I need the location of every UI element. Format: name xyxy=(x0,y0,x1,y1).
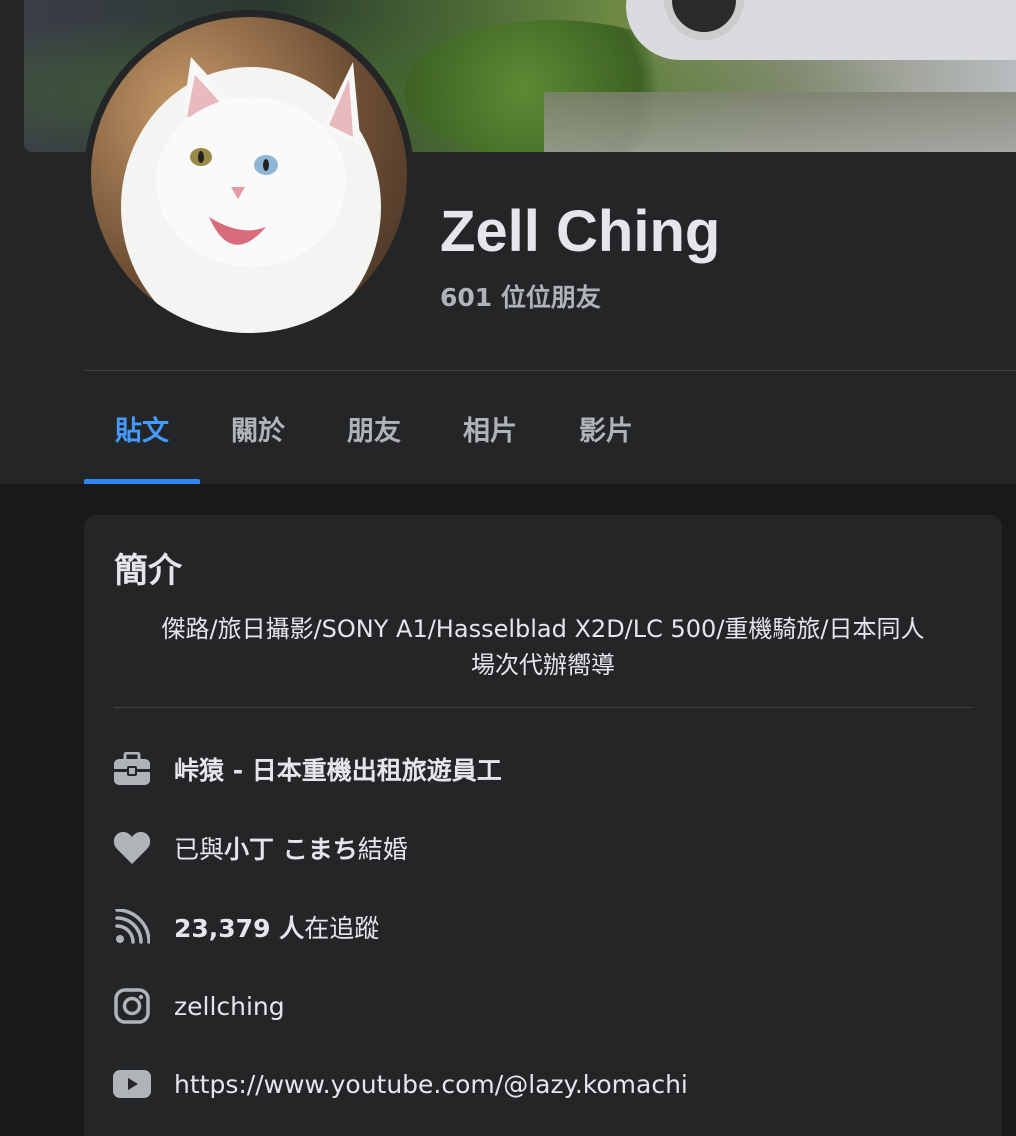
tab-friends[interactable]: 朋友 xyxy=(316,372,432,484)
relationship-suffix: 結婚 xyxy=(357,835,408,864)
friends-count[interactable]: 601 位位朋友 xyxy=(440,278,601,314)
profile-tabs: 貼文 關於 朋友 相片 影片 xyxy=(84,372,664,484)
profile-page: Zell Ching 601 位位朋友 貼文 關於 朋友 相片 影片 簡介 傑路… xyxy=(0,0,1016,1136)
tab-about[interactable]: 關於 xyxy=(200,372,316,484)
intro-divider xyxy=(114,707,972,708)
followers-count[interactable]: 23,379 人 xyxy=(174,914,304,943)
relationship-row: 已與小丁 こまち結婚 xyxy=(112,826,408,870)
work-text[interactable]: 峠猿 - 日本重機出租旅遊員工 xyxy=(174,751,502,787)
tab-posts[interactable]: 貼文 xyxy=(84,372,200,484)
youtube-link[interactable]: https://www.youtube.com/@lazy.komachi xyxy=(174,1070,688,1099)
intro-title: 簡介 xyxy=(114,551,182,591)
intro-card: 簡介 傑路/旅日攝影/SONY A1/Hasselblad X2D/LC 500… xyxy=(84,515,1002,1136)
briefcase-icon xyxy=(112,749,152,789)
relationship-partner[interactable]: 小丁 こまち xyxy=(224,835,358,864)
instagram-icon xyxy=(112,986,152,1026)
instagram-row: zellching xyxy=(112,984,285,1028)
profile-name: Zell Ching xyxy=(440,199,721,264)
bio-line-1: 傑路/旅日攝影/SONY A1/Hasselblad X2D/LC 500/重機… xyxy=(161,615,925,643)
intro-bio: 傑路/旅日攝影/SONY A1/Hasselblad X2D/LC 500/重機… xyxy=(108,611,978,683)
youtube-row: https://www.youtube.com/@lazy.komachi xyxy=(112,1062,688,1106)
youtube-icon xyxy=(112,1064,152,1104)
instagram-link[interactable]: zellching xyxy=(174,992,285,1021)
bio-line-2: 場次代辦嚮導 xyxy=(471,651,615,679)
work-row: 峠猿 - 日本重機出租旅遊員工 xyxy=(112,747,502,791)
tab-photos[interactable]: 相片 xyxy=(432,372,548,484)
followers-row: 23,379 人在追蹤 xyxy=(112,905,379,949)
tab-videos[interactable]: 影片 xyxy=(548,372,664,484)
profile-avatar[interactable] xyxy=(91,17,407,333)
rss-icon xyxy=(112,907,152,947)
followers-suffix: 在追蹤 xyxy=(304,914,380,943)
heart-icon xyxy=(112,828,152,868)
header-divider xyxy=(84,370,1016,371)
relationship-prefix: 已與 xyxy=(174,835,225,864)
